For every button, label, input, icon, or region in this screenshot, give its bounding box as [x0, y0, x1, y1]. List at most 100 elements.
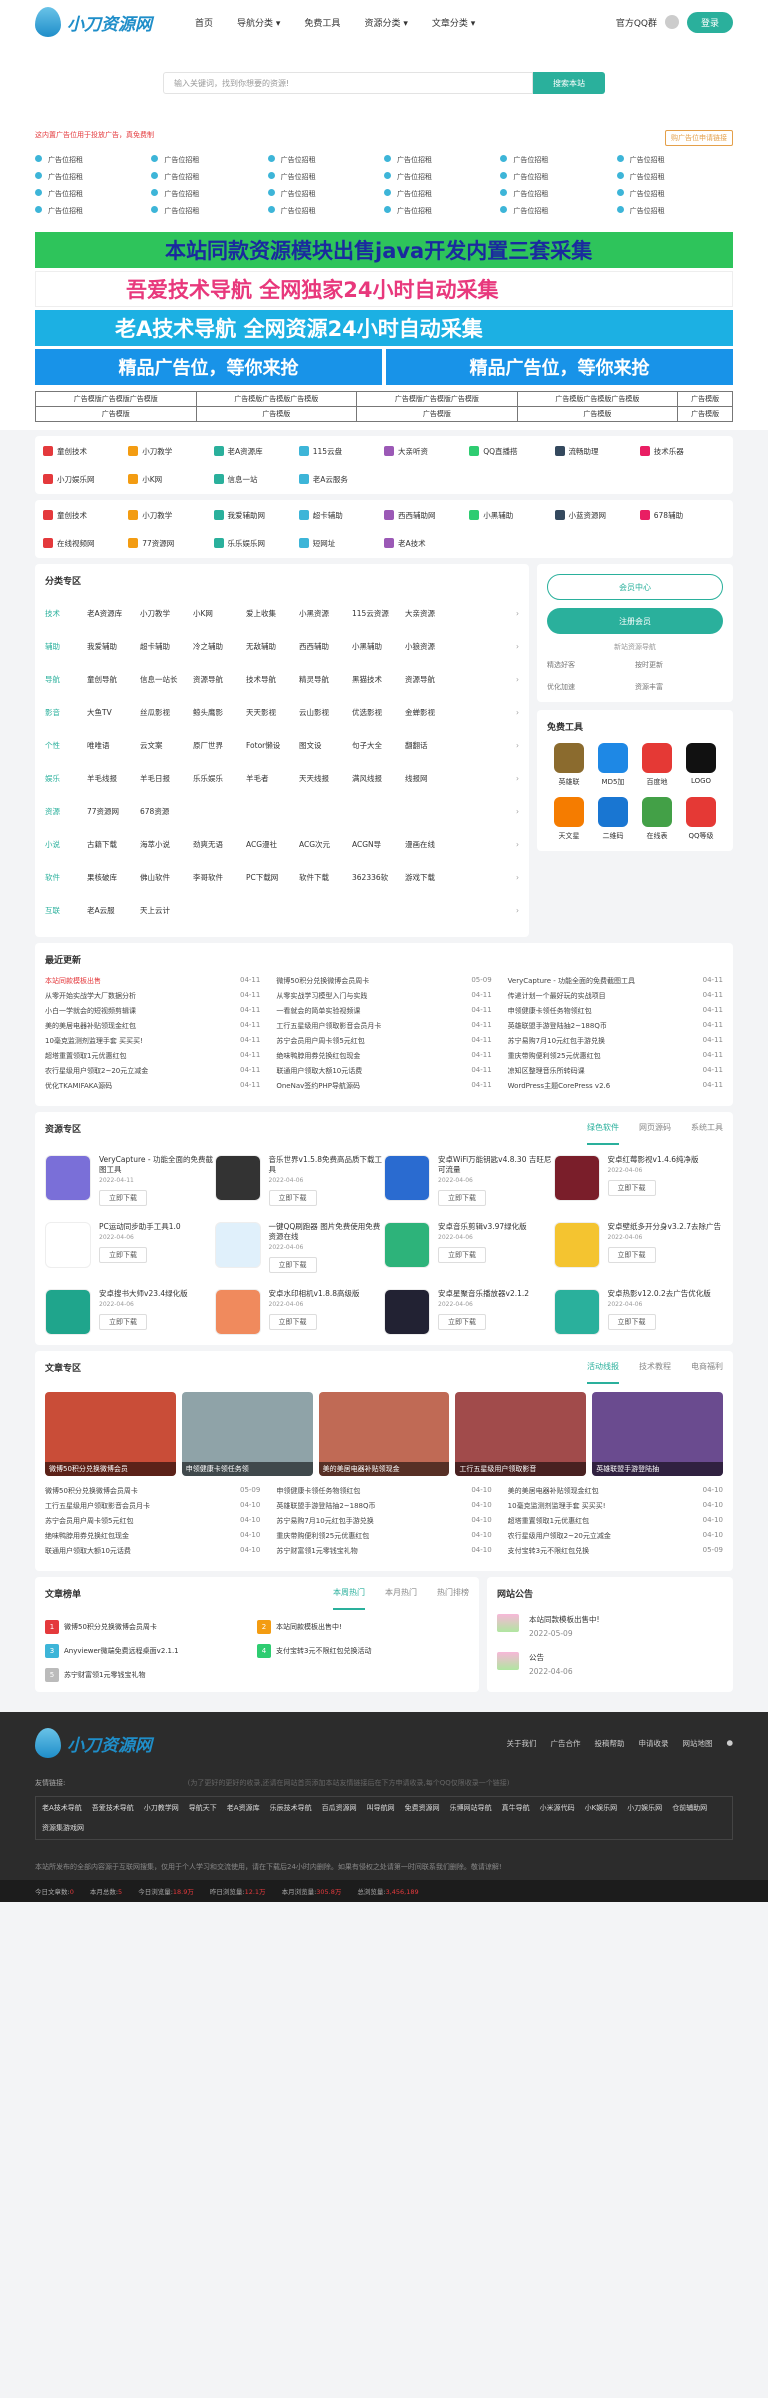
category-item[interactable]: 技术导航: [246, 674, 299, 685]
nav-guide[interactable]: 导航分类 ▾: [237, 16, 280, 29]
category-item[interactable]: 图文设: [299, 740, 352, 751]
tool-item[interactable]: 在线表: [635, 797, 679, 841]
article-item[interactable]: 农行星级用户领取2~20元立减金 04-10: [508, 1531, 723, 1546]
category-item[interactable]: 羊毛日报: [140, 773, 193, 784]
category-item[interactable]: 老A云服: [87, 905, 140, 916]
register-button[interactable]: 注册会员: [547, 608, 723, 634]
category-item[interactable]: 云文案: [140, 740, 193, 751]
category-item[interactable]: ACG次元: [299, 839, 352, 850]
category-item[interactable]: 小狼资源: [405, 641, 458, 652]
footer-nav-link[interactable]: 广告合作: [550, 1738, 580, 1749]
ad-cell[interactable]: 广告位招租: [35, 188, 151, 201]
category-item[interactable]: 115云资源: [352, 608, 405, 619]
nav-tools[interactable]: 免费工具: [304, 16, 340, 29]
ad-apply-button[interactable]: 购广告位申请链接: [665, 130, 733, 146]
friend-link[interactable]: 小米源代码: [540, 1803, 575, 1813]
site-link[interactable]: 老A资源库: [213, 442, 299, 460]
tool-item[interactable]: LOGO: [679, 743, 723, 787]
category-item[interactable]: 资源导航: [193, 674, 246, 685]
footer-logo[interactable]: 小刀资源网: [35, 1728, 185, 1758]
resource-item[interactable]: 安卓星聚音乐播放器v2.1.2 2022-04-06 立即下载: [384, 1289, 554, 1335]
article-item[interactable]: 支付宝转3元不限红包兑换 05-09: [508, 1546, 723, 1561]
banner-1[interactable]: 本站同款资源模块出售java开发内置三套采集: [35, 232, 733, 268]
resource-item[interactable]: 音乐世界v1.5.8免费高品质下载工具 2022-04-06 立即下载: [214, 1155, 385, 1206]
article-card[interactable]: 申领健康卡领任务领: [181, 1392, 313, 1476]
article-item[interactable]: 联通用户领取大额10元话费 04-10: [45, 1546, 260, 1561]
site-link[interactable]: 技术乐器: [639, 442, 725, 460]
footer-nav-link[interactable]: 申请收录: [638, 1738, 668, 1749]
article-item[interactable]: 10毫克监测剂监理手套 买买买! 04-10: [508, 1501, 723, 1516]
news-item[interactable]: 英雄联盟手游登陆抽2~188Q币 04-11: [508, 1021, 723, 1036]
article-card[interactable]: 英雄联盟手游登陆抽: [592, 1392, 723, 1476]
news-item[interactable]: 苏宁会员用户周卡领5元红包 04-11: [276, 1036, 491, 1051]
ad-table-cell[interactable]: 广告模版: [677, 391, 733, 407]
ad-cell[interactable]: 广告位招租: [151, 188, 267, 201]
ad-cell[interactable]: 广告位招租: [151, 205, 267, 218]
site-logo[interactable]: 小刀资源网: [35, 7, 185, 37]
download-button[interactable]: 立即下载: [99, 1247, 147, 1263]
download-button[interactable]: 立即下载: [438, 1190, 486, 1206]
site-link[interactable]: 小刀娱乐网: [43, 470, 128, 488]
site-link[interactable]: 超卡辅助: [298, 506, 384, 524]
news-item[interactable]: 联通用户领取大额10元话费 04-11: [276, 1066, 491, 1081]
category-item[interactable]: 天天线报: [299, 773, 352, 784]
tool-item[interactable]: 百度地: [635, 743, 679, 787]
category-item[interactable]: PC下载网: [246, 872, 299, 883]
category-item[interactable]: 童创导航: [87, 674, 140, 685]
category-head[interactable]: 资源: [45, 806, 87, 817]
ad-table-cell[interactable]: 广告模版: [356, 406, 518, 422]
category-item[interactable]: 小黑辅助: [352, 641, 405, 652]
download-button[interactable]: 立即下载: [99, 1190, 147, 1206]
friend-link[interactable]: 乐辰技术导航: [270, 1803, 312, 1813]
category-item[interactable]: ACG漫社: [246, 839, 299, 850]
news-item[interactable]: 农行星级用户领取2~20元立减金 04-11: [45, 1066, 260, 1081]
ad-cell[interactable]: 广告位招租: [384, 171, 500, 184]
news-item[interactable]: 重庆带购便利领25元优惠红包 04-11: [508, 1051, 723, 1066]
category-item[interactable]: 游戏下载: [405, 872, 458, 883]
category-item[interactable]: 羊毛者: [246, 773, 299, 784]
news-item[interactable]: 一看就会的简单实验视频课 04-11: [276, 1006, 491, 1021]
banner-2[interactable]: 吾爱技术导航 全网独家24小时自动采集: [35, 271, 733, 307]
tool-item[interactable]: QQ等级: [679, 797, 723, 841]
article-item[interactable]: 美的美居电器补贴领现金红包 04-10: [508, 1486, 723, 1501]
article-card[interactable]: 微博50积分兑换微博会员: [45, 1392, 176, 1476]
site-link[interactable]: 流畅助理: [554, 442, 640, 460]
news-item[interactable]: 绝味鸭脖用券兑换红包现金 04-11: [276, 1051, 491, 1066]
category-item[interactable]: 满风线报: [352, 773, 405, 784]
member-center-button[interactable]: 会员中心: [547, 574, 723, 600]
tab-week[interactable]: 本周热门: [333, 1587, 365, 1610]
ad-cell[interactable]: 广告位招租: [384, 205, 500, 218]
category-item[interactable]: 句子大全: [352, 740, 405, 751]
category-head[interactable]: 影音: [45, 707, 87, 718]
news-item[interactable]: OneNav签约PHP导航源码 04-11: [276, 1081, 491, 1096]
category-head[interactable]: 互联: [45, 905, 87, 916]
category-head[interactable]: 技术: [45, 608, 87, 619]
category-item[interactable]: 李哥软件: [193, 872, 246, 883]
ad-cell[interactable]: 广告位招租: [267, 154, 384, 167]
rank-item[interactable]: 4 支付宝转3元不限红包兑换活动: [257, 1644, 469, 1658]
tab-system-tools[interactable]: 系统工具: [691, 1122, 723, 1145]
friend-link[interactable]: 小刀教学网: [144, 1803, 179, 1813]
category-head[interactable]: 个性: [45, 740, 87, 751]
friend-link[interactable]: 老A资源库: [227, 1803, 260, 1813]
ad-cell[interactable]: 广告位招租: [500, 188, 616, 201]
news-item[interactable]: 微博50积分兑换微博会员周卡 05-09: [276, 976, 491, 991]
article-item[interactable]: 绝味鸭脖用券兑换红包现金 04-10: [45, 1531, 260, 1546]
avatar[interactable]: [664, 15, 679, 29]
site-link[interactable]: 678辅助: [639, 506, 725, 524]
site-link[interactable]: 老A云服务: [298, 470, 384, 488]
ad-cell[interactable]: 广告位招租: [616, 154, 733, 167]
qq-group-link[interactable]: 官方QQ群: [616, 16, 657, 29]
category-item[interactable]: 黑猫技术: [352, 674, 405, 685]
ad-cell[interactable]: 广告位招租: [267, 205, 384, 218]
download-button[interactable]: 立即下载: [438, 1247, 486, 1263]
category-item[interactable]: 唯唯语: [87, 740, 140, 751]
banner-ad-right[interactable]: 精品广告位，等你来抢: [386, 349, 733, 385]
site-link[interactable]: 信息一站: [213, 470, 299, 488]
news-item[interactable]: 10毫克监测剂监理手套 买买买! 04-11: [45, 1036, 260, 1051]
notice-item[interactable]: 公告 2022-04-06: [497, 1652, 723, 1676]
article-item[interactable]: 工行五星级用户领取影音会员月卡 04-10: [45, 1501, 260, 1516]
ad-table-cell[interactable]: 广告模版广告模版广告模版: [516, 391, 679, 407]
category-item[interactable]: 金蝉影视: [405, 707, 458, 718]
news-item[interactable]: 美的美居电器补贴领现金红包 04-11: [45, 1021, 260, 1036]
